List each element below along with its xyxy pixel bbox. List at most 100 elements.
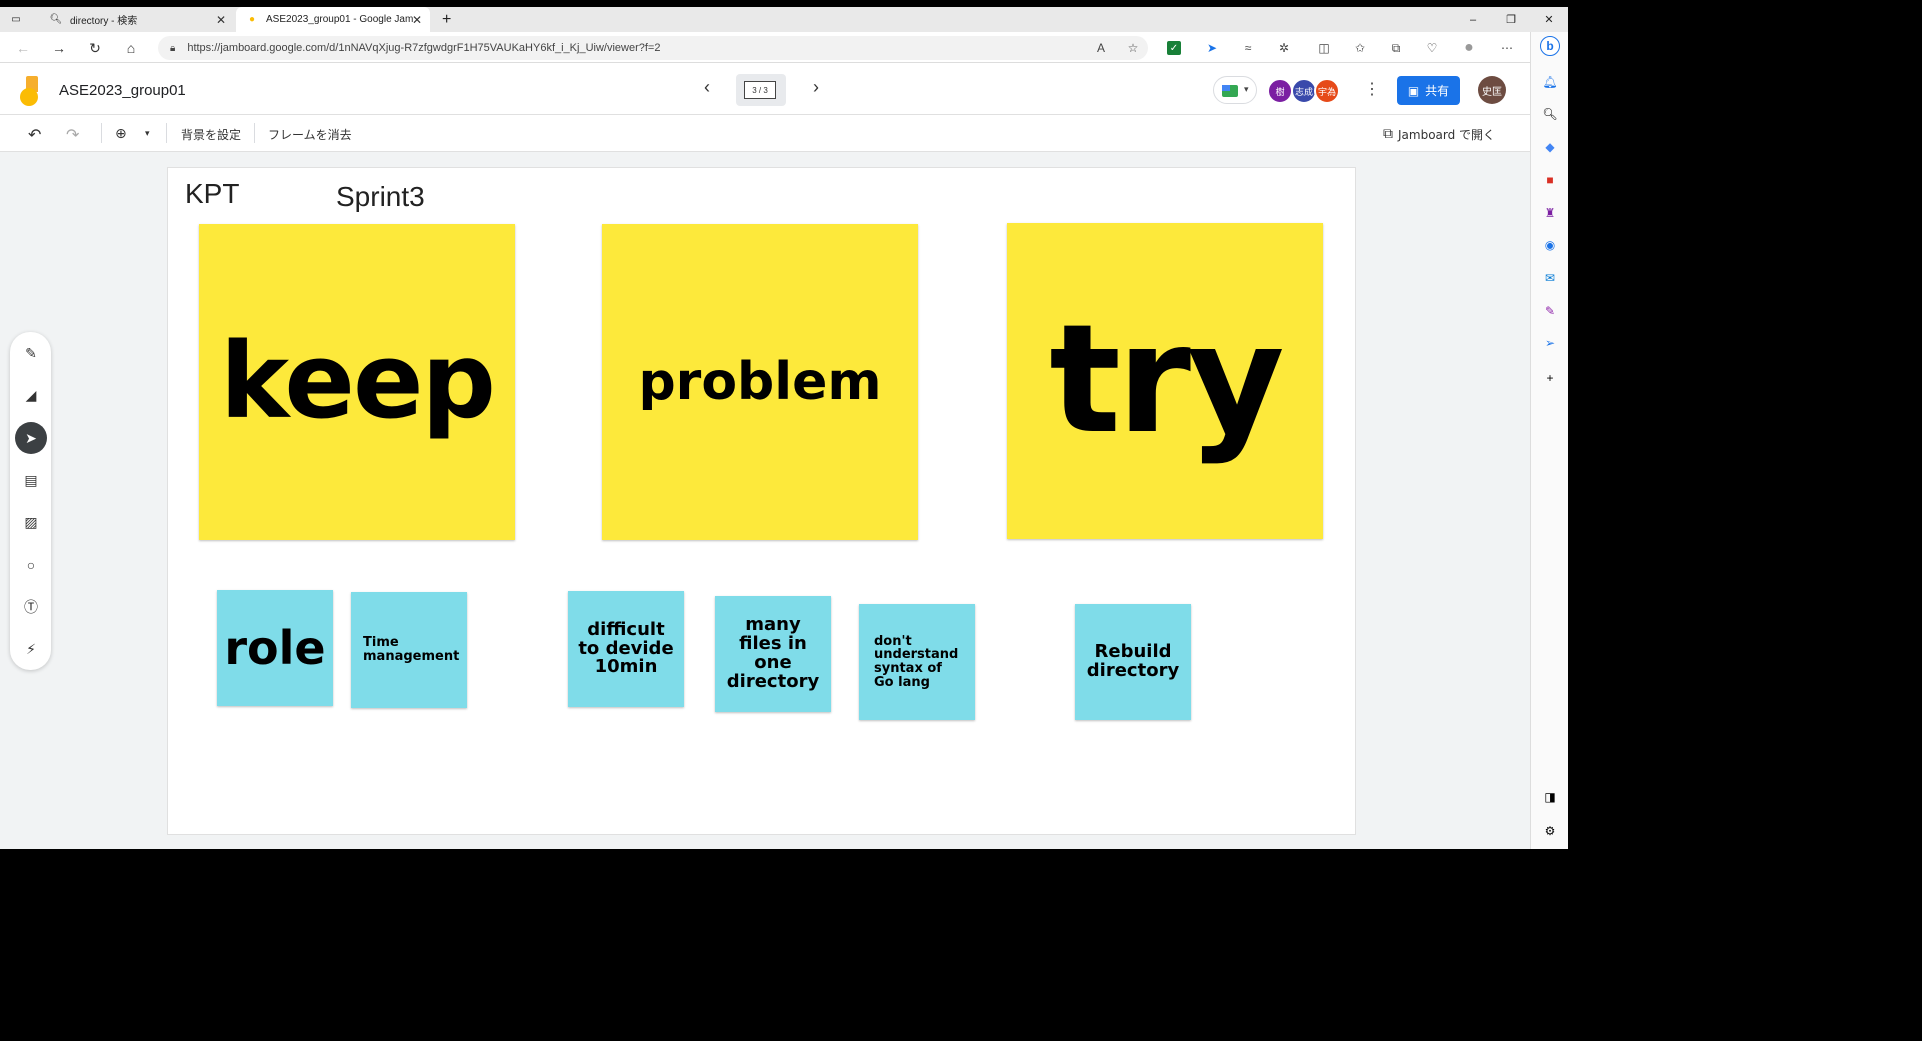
read-aloud-icon[interactable]: A bbox=[1092, 39, 1110, 57]
reload-icon[interactable]: ↻ bbox=[85, 38, 105, 58]
sticky-note-time-management[interactable]: Time management bbox=[351, 592, 467, 708]
address-bar-row: ← → ↻ ⌂ 🔒︎ https://jamboard.google.com/d… bbox=[0, 32, 1568, 63]
tab-actions-button[interactable]: ▭ bbox=[0, 7, 38, 32]
meet-camera-icon bbox=[1222, 85, 1238, 97]
shape-tool-icon[interactable]: ○ bbox=[15, 549, 47, 581]
undo-icon[interactable]: ↶ bbox=[28, 123, 41, 145]
sticky-note-role[interactable]: role bbox=[217, 590, 333, 706]
shopping-tag-icon[interactable]: ◆ bbox=[1540, 137, 1560, 157]
toolbar-divider bbox=[166, 123, 167, 143]
search-icon: 🔍︎ bbox=[49, 14, 63, 25]
more-menu-icon[interactable]: ⋯ bbox=[1498, 39, 1516, 57]
split-screen-icon[interactable]: ◫ bbox=[1315, 39, 1333, 57]
user-avatar[interactable]: 史匡 bbox=[1478, 76, 1506, 104]
favorite-star-icon[interactable]: ☆ bbox=[1124, 39, 1142, 57]
next-frame-icon[interactable]: › bbox=[804, 75, 828, 99]
drop-icon[interactable]: ✎ bbox=[1540, 301, 1560, 321]
pen-tool-icon[interactable]: ✎ bbox=[15, 337, 47, 369]
meet-button[interactable]: ▾ bbox=[1213, 76, 1257, 104]
browser-sidebar: b 🔔︎ 🔍︎ ◆ ■ ♜ ◉ ✉ ✎ ➢ + ◨ ⚙ bbox=[1530, 32, 1568, 849]
zoom-icon[interactable]: ⊕ bbox=[115, 123, 127, 145]
url-field[interactable]: 🔒︎ https://jamboard.google.com/d/1nNAVqX… bbox=[158, 36, 1148, 60]
frame-counter: 3 / 3 bbox=[744, 81, 776, 99]
jamboard-app: ASE2023_group01 ‹ 3 / 3 › ▾ 樹 志成 宇為 ⋮ ▣ … bbox=[0, 63, 1530, 849]
tab-search[interactable]: 🔍︎ directory - 検索 ✕ bbox=[40, 7, 234, 32]
browser-essentials-icon[interactable]: ♡ bbox=[1423, 39, 1441, 57]
image-tool-icon[interactable]: ▨ bbox=[15, 506, 47, 538]
redo-icon[interactable]: ↷ bbox=[66, 123, 79, 145]
clear-frame-button[interactable]: フレームを消去 bbox=[268, 123, 352, 145]
sticky-note-difficult-to-devide[interactable]: difficult to devide 10min bbox=[568, 591, 684, 707]
tool-rail: ✎ ◢ ➤ ▤ ▨ ○ Ⓣ ⚡︎ bbox=[10, 332, 51, 670]
tab-title: directory - 検索 bbox=[70, 16, 138, 27]
share-button[interactable]: ▣ 共有 bbox=[1397, 76, 1460, 105]
minimize-button[interactable]: – bbox=[1454, 7, 1492, 32]
kpt-heading[interactable]: KPT bbox=[185, 178, 239, 210]
sticky-note-tool-icon[interactable]: ▤ bbox=[15, 464, 47, 496]
open-in-jamboard-button[interactable]: ⧉ Jamboard で開く bbox=[1383, 123, 1495, 145]
bing-chat-icon[interactable]: b bbox=[1540, 36, 1560, 56]
tab-jamboard[interactable]: ● ASE2023_group01 - Google Jam ✕ bbox=[236, 7, 430, 32]
close-tab-icon[interactable]: ✕ bbox=[412, 13, 422, 27]
screen-bottom-border bbox=[0, 849, 1922, 1041]
games-icon[interactable]: ♜ bbox=[1540, 203, 1560, 223]
share-icon: ▣ bbox=[1407, 83, 1420, 98]
home-icon[interactable]: ⌂ bbox=[121, 38, 141, 58]
url-text: https://jamboard.google.com/d/1nNAVqXjug… bbox=[187, 42, 661, 54]
sidebar-settings-icon[interactable]: ⚙ bbox=[1540, 821, 1560, 841]
laser-tool-icon[interactable]: ⚡︎ bbox=[15, 633, 47, 665]
open-in-jamboard-label: Jamboard で開く bbox=[1398, 127, 1496, 142]
frame-bar-toggle[interactable]: 3 / 3 bbox=[736, 74, 786, 106]
translate-extension-icon[interactable]: ≈ bbox=[1239, 39, 1257, 57]
notifications-icon[interactable]: 🔔︎ bbox=[1540, 72, 1560, 92]
toolbar-divider bbox=[254, 123, 255, 143]
app-toolbar: ↶ ↷ ⊕ ▾ 背景を設定 フレームを消去 ⧉ Jamboard で開く bbox=[0, 115, 1530, 152]
search-icon[interactable]: 🔍︎ bbox=[1540, 104, 1560, 124]
outlook-icon[interactable]: ✉ bbox=[1540, 268, 1560, 288]
checkmark-extension-icon[interactable]: ✓ bbox=[1167, 41, 1181, 55]
tools-briefcase-icon[interactable]: ■ bbox=[1540, 170, 1560, 190]
eraser-tool-icon[interactable]: ◢ bbox=[15, 379, 47, 411]
extensions-puzzle-icon[interactable]: ✲ bbox=[1275, 39, 1293, 57]
zoom-dropdown-icon[interactable]: ▾ bbox=[145, 123, 150, 145]
previous-frame-icon[interactable]: ‹ bbox=[695, 75, 719, 99]
open-app-icon: ⧉ bbox=[1383, 126, 1393, 142]
extension-icon[interactable]: ➤ bbox=[1203, 39, 1221, 57]
whiteboard-frame[interactable]: KPT Sprint3 keep problem try role Time m… bbox=[167, 167, 1356, 835]
document-title[interactable]: ASE2023_group01 bbox=[59, 82, 186, 99]
restore-button[interactable]: ❐ bbox=[1492, 7, 1530, 32]
add-sidebar-app-icon[interactable]: + bbox=[1540, 368, 1560, 388]
sticky-note-rebuild-directory[interactable]: Rebuild directory bbox=[1075, 604, 1191, 720]
sticky-note-problem[interactable]: problem bbox=[602, 224, 918, 540]
jamboard-logo-icon[interactable] bbox=[20, 76, 42, 106]
jamboard-icon: ● bbox=[248, 14, 256, 25]
sprint-heading[interactable]: Sprint3 bbox=[336, 181, 425, 213]
share-label: 共有 bbox=[1425, 84, 1450, 98]
sticky-note-many-files[interactable]: many files in one directory bbox=[715, 596, 831, 712]
collaborator-avatar[interactable]: 宇為 bbox=[1314, 78, 1340, 104]
profile-icon[interactable]: ● bbox=[1460, 39, 1478, 57]
send-icon[interactable]: ➢ bbox=[1540, 333, 1560, 353]
tab-title: ASE2023_group01 - Google Jam bbox=[266, 14, 414, 25]
hide-sidebar-icon[interactable]: ◨ bbox=[1540, 787, 1560, 807]
sticky-note-keep[interactable]: keep bbox=[199, 224, 515, 540]
close-tab-icon[interactable]: ✕ bbox=[216, 13, 226, 27]
select-tool-icon[interactable]: ➤ bbox=[15, 422, 47, 454]
more-options-icon[interactable]: ⋮ bbox=[1362, 79, 1382, 99]
tab-strip: ▭ 🔍︎ directory - 検索 ✕ ● ASE2023_group01 … bbox=[0, 7, 1568, 32]
lock-icon: 🔒︎ bbox=[170, 42, 176, 54]
text-box-tool-icon[interactable]: Ⓣ bbox=[15, 591, 47, 623]
sticky-note-try[interactable]: try bbox=[1007, 223, 1323, 539]
favorites-icon[interactable]: ✩ bbox=[1351, 39, 1369, 57]
sticky-note-dont-understand[interactable]: don't understand syntax of Go lang bbox=[859, 604, 975, 720]
close-window-button[interactable]: ✕ bbox=[1530, 7, 1568, 32]
chevron-down-icon: ▾ bbox=[1244, 84, 1249, 94]
set-background-button[interactable]: 背景を設定 bbox=[181, 123, 241, 145]
forward-icon[interactable]: → bbox=[49, 38, 69, 58]
microsoft365-icon[interactable]: ◉ bbox=[1540, 235, 1560, 255]
collaborator-avatar[interactable]: 樹 bbox=[1267, 78, 1293, 104]
toolbar-divider bbox=[101, 123, 102, 143]
new-tab-button[interactable]: + bbox=[432, 7, 458, 32]
back-icon[interactable]: ← bbox=[13, 38, 33, 58]
collections-icon[interactable]: ⧉ bbox=[1387, 39, 1405, 57]
